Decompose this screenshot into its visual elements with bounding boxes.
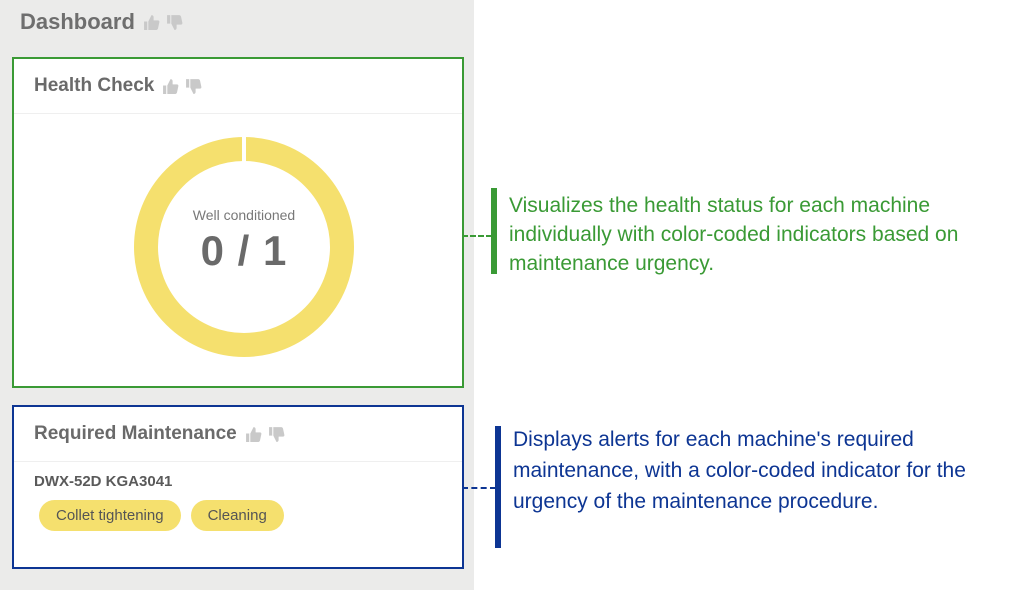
thumbs-down-icon[interactable] <box>166 14 183 31</box>
thumbs-down-icon[interactable] <box>268 426 285 443</box>
health-callout-text: Visualizes the health status for each ma… <box>509 194 959 275</box>
well-conditioned-count: 0 / 1 <box>200 227 288 274</box>
thumbs-up-icon[interactable] <box>143 14 160 31</box>
health-check-header: Health Check <box>14 59 462 114</box>
maintenance-task-chip[interactable]: Collet tightening <box>39 500 181 531</box>
dashboard-header: Dashboard <box>20 9 183 35</box>
maintenance-callout-text: Displays alerts for each machine's requi… <box>513 428 966 513</box>
health-check-feedback <box>162 78 202 95</box>
thumbs-up-icon[interactable] <box>162 78 179 95</box>
health-callout-bar <box>491 188 497 274</box>
required-maintenance-feedback <box>245 426 285 443</box>
required-maintenance-title: Required Maintenance <box>34 423 237 444</box>
dashboard-panel: Dashboard Health Check Well conditioned … <box>0 0 474 590</box>
thumbs-up-icon[interactable] <box>245 426 262 443</box>
dashboard-title: Dashboard <box>20 9 135 34</box>
required-maintenance-card: Required Maintenance DWX-52D KGA3041 Col… <box>12 405 464 569</box>
machine-name: DWX-52D KGA3041 <box>34 473 173 490</box>
maintenance-task-chip[interactable]: Cleaning <box>190 500 284 531</box>
dashboard-feedback <box>143 14 183 31</box>
thumbs-down-icon[interactable] <box>185 78 202 95</box>
maintenance-task-list: Collet tightening Cleaning <box>39 500 284 531</box>
required-maintenance-header: Required Maintenance <box>14 407 462 462</box>
maintenance-callout-connector <box>462 487 496 489</box>
health-callout-connector <box>462 235 492 237</box>
well-conditioned-label: Well conditioned <box>192 207 296 223</box>
maintenance-callout-bar <box>495 426 501 548</box>
health-check-title: Health Check <box>34 75 155 96</box>
health-check-card: Health Check Well conditioned 0 / 1 <box>12 57 464 388</box>
